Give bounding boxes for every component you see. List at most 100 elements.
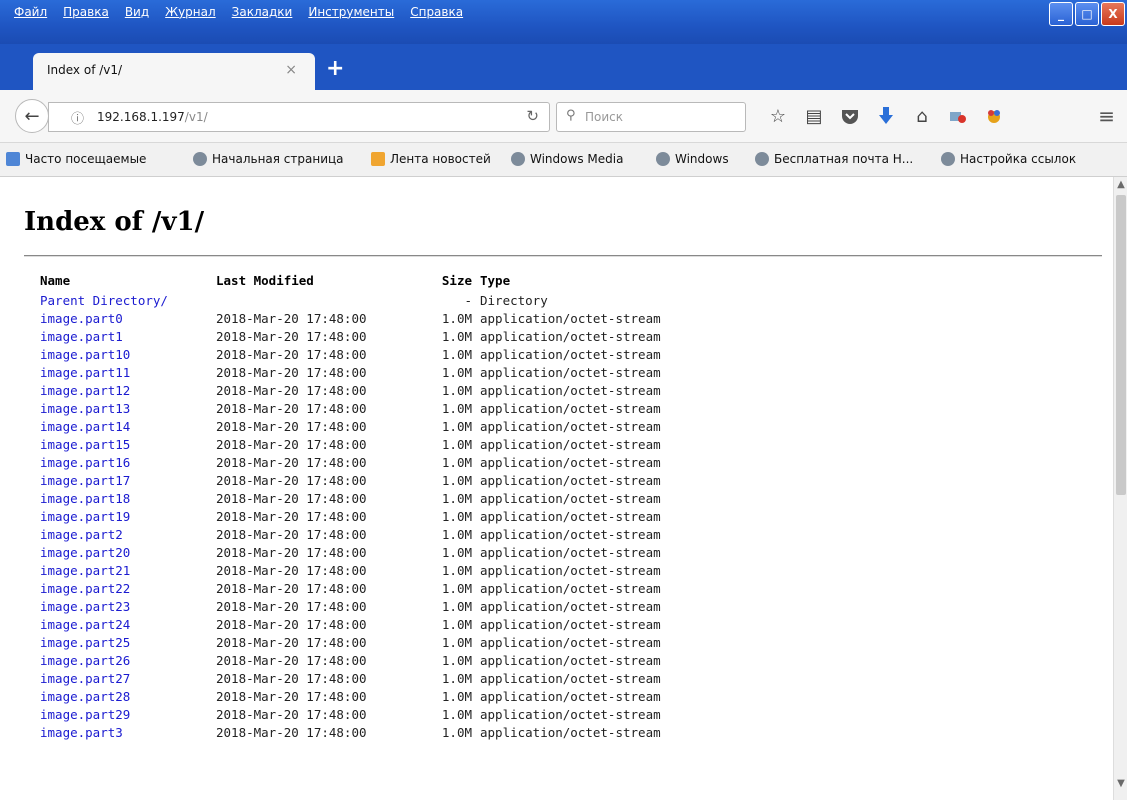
file-link[interactable]: image.part17 [40, 473, 130, 488]
cell-type: application/octet-stream [480, 490, 661, 506]
home-icon[interactable]: ⌂ [904, 102, 940, 130]
url-host: 192.168.1.197 [97, 110, 185, 124]
file-link[interactable]: image.part18 [40, 491, 130, 506]
nav-bar: ← ⓘ 192.168.1.197/v1/ ↻ ⚲ Поиск ☆ ▤ ⌂ ≡ [0, 90, 1127, 143]
cell-modified: 2018-Mar-20 17:48:00 [216, 382, 367, 398]
table-row: image.part2 2018-Mar-20 17:48:00 1.0M appli… [40, 525, 760, 543]
minimize-button[interactable]: _ [1049, 2, 1073, 26]
table-row: image.part28 2018-Mar-20 17:48:00 1.0M appl… [40, 687, 760, 705]
scroll-up-icon[interactable]: ▲ [1115, 179, 1127, 193]
file-link[interactable]: image.part19 [40, 509, 130, 524]
table-row: image.part29 2018-Mar-20 17:48:00 1.0M appl… [40, 705, 760, 723]
bookmark-customize-links[interactable]: Настройка ссылок [941, 152, 1076, 166]
cell-type: application/octet-stream [480, 616, 661, 632]
menu-file[interactable]: Файл [6, 5, 55, 19]
cell-modified: 2018-Mar-20 17:48:00 [216, 508, 367, 524]
menu-edit[interactable]: Правка [55, 5, 117, 19]
parent-directory-link[interactable]: Parent Directory/ [40, 293, 168, 308]
file-link[interactable]: image.part3 [40, 725, 123, 740]
table-row: image.part18 2018-Mar-20 17:48:00 1.0M appl… [40, 489, 760, 507]
cell-modified: 2018-Mar-20 17:48:00 [216, 580, 367, 596]
menu-help[interactable]: Справка [402, 5, 471, 19]
pocket-icon[interactable] [832, 102, 868, 130]
bookmark-most-visited[interactable]: Часто посещаемые [6, 152, 146, 166]
menu-tools[interactable]: Инструменты [300, 5, 402, 19]
bookmark-windows[interactable]: Windows [656, 152, 729, 166]
globe-icon [755, 152, 769, 166]
cell-type: application/octet-stream [480, 346, 661, 362]
table-row: image.part20 2018-Mar-20 17:48:00 1.0M appl… [40, 543, 760, 561]
file-link[interactable]: image.part26 [40, 653, 130, 668]
tab-active[interactable]: Index of /v1/ × [33, 53, 315, 90]
file-link[interactable]: image.part1 [40, 329, 123, 344]
file-link[interactable]: image.part16 [40, 455, 130, 470]
cell-type: application/octet-stream [480, 436, 661, 452]
info-icon[interactable]: ⓘ [71, 108, 84, 127]
close-window-button[interactable]: X [1101, 2, 1125, 26]
menu-bar: Файл Правка Вид Журнал Закладки Инструме… [0, 0, 1127, 44]
file-link[interactable]: image.part23 [40, 599, 130, 614]
file-link[interactable]: image.part10 [40, 347, 130, 362]
bookmark-folder-icon [6, 152, 20, 166]
file-link[interactable]: image.part12 [40, 383, 130, 398]
tab-close-icon[interactable]: × [285, 62, 297, 78]
file-link[interactable]: image.part13 [40, 401, 130, 416]
file-link[interactable]: image.part20 [40, 545, 130, 560]
file-link[interactable]: image.part0 [40, 311, 123, 326]
header-type[interactable]: Type [480, 270, 760, 291]
new-tab-button[interactable]: + [326, 58, 344, 80]
rss-icon [371, 152, 385, 166]
file-link[interactable]: image.part29 [40, 707, 130, 722]
header-name[interactable]: Name [40, 270, 216, 291]
header-size[interactable]: Size [424, 270, 480, 291]
bookmark-label: Лента новостей [390, 152, 491, 166]
menu-history[interactable]: Журнал [157, 5, 224, 19]
bookmark-windows-media[interactable]: Windows Media [511, 152, 623, 166]
vertical-scrollbar[interactable]: ▲ ▼ [1113, 177, 1127, 800]
file-link[interactable]: image.part24 [40, 617, 130, 632]
cell-type: application/octet-stream [480, 364, 661, 380]
cell-modified: 2018-Mar-20 17:48:00 [216, 418, 367, 434]
file-link[interactable]: image.part22 [40, 581, 130, 596]
star-icon[interactable]: ☆ [760, 102, 796, 130]
download-icon[interactable] [868, 102, 904, 130]
globe-icon [511, 152, 525, 166]
back-button[interactable]: ← [15, 99, 49, 133]
cell-type: application/octet-stream [480, 580, 661, 596]
table-row: image.part23 2018-Mar-20 17:48:00 1.0M appl… [40, 597, 760, 615]
file-link[interactable]: image.part11 [40, 365, 130, 380]
file-link[interactable]: image.part27 [40, 671, 130, 686]
file-link[interactable]: image.part25 [40, 635, 130, 650]
menu-bookmarks[interactable]: Закладки [224, 5, 301, 19]
table-row: image.part19 2018-Mar-20 17:48:00 1.0M appl… [40, 507, 760, 525]
bookmark-free-mail[interactable]: Бесплатная почта Н... [755, 152, 913, 166]
url-bar[interactable]: ⓘ 192.168.1.197/v1/ ↻ [48, 102, 550, 132]
cell-type: application/octet-stream [480, 544, 661, 560]
menu: Файл Правка Вид Журнал Закладки Инструме… [6, 5, 471, 19]
reader-icon[interactable]: ▤ [796, 102, 832, 130]
bookmark-start-page[interactable]: Начальная страница [193, 152, 344, 166]
cell-size: 1.0M [441, 472, 472, 488]
addon-icon[interactable] [940, 102, 976, 130]
table-row: image.part15 2018-Mar-20 17:48:00 1.0M appl… [40, 435, 760, 453]
scroll-down-icon[interactable]: ▼ [1115, 778, 1127, 792]
menu-view[interactable]: Вид [117, 5, 157, 19]
file-link[interactable]: image.part14 [40, 419, 130, 434]
hamburger-menu-icon[interactable]: ≡ [1098, 104, 1115, 128]
bookmark-label: Windows [675, 152, 729, 166]
file-link[interactable]: image.part15 [40, 437, 130, 452]
table-row: image.part0 2018-Mar-20 17:48:00 1.0M appli… [40, 309, 760, 327]
paint-icon[interactable] [976, 102, 1012, 130]
bookmark-news-feed[interactable]: Лента новостей [371, 152, 491, 166]
reload-icon[interactable]: ↻ [526, 107, 539, 125]
header-last-modified[interactable]: Last Modified [216, 270, 424, 291]
scrollbar-thumb[interactable] [1116, 195, 1126, 495]
table-row: image.part26 2018-Mar-20 17:48:00 1.0M appl… [40, 651, 760, 669]
file-link[interactable]: image.part2 [40, 527, 123, 542]
file-link[interactable]: image.part21 [40, 563, 130, 578]
cell-size: 1.0M [441, 382, 472, 398]
file-link[interactable]: image.part28 [40, 689, 130, 704]
search-input[interactable]: ⚲ Поиск [556, 102, 746, 132]
maximize-button[interactable]: □ [1075, 2, 1099, 26]
cell-size: 1.0M [441, 670, 472, 686]
